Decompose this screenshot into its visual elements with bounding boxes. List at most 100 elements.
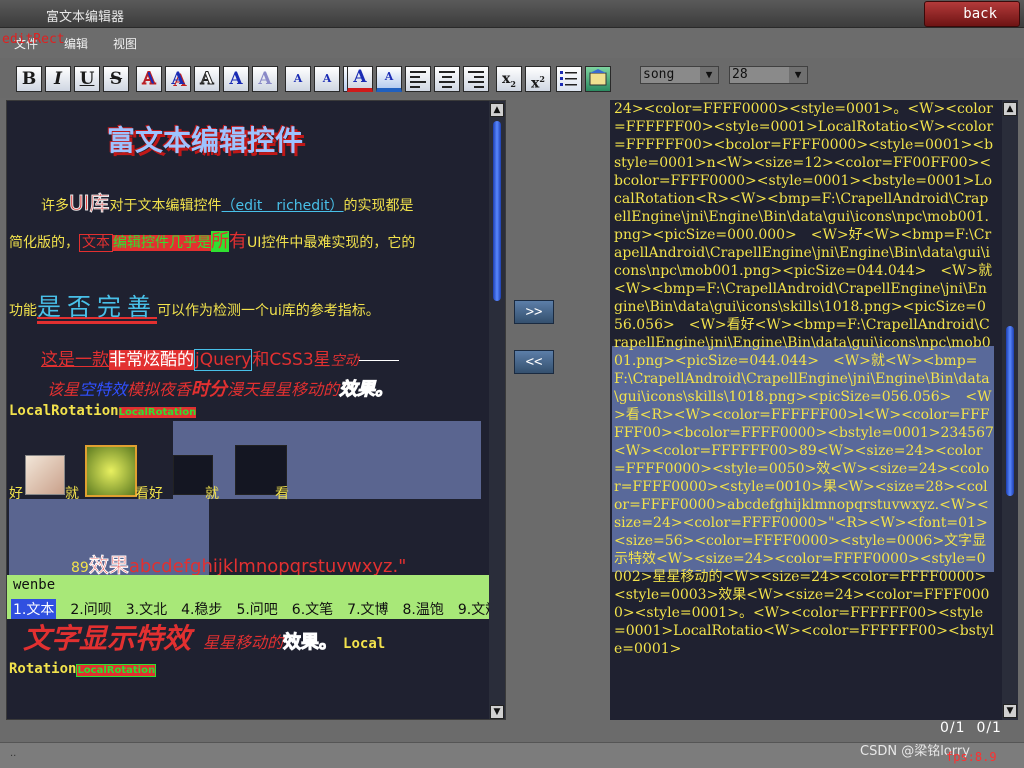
page-counter-left: 0/1 (940, 720, 966, 736)
list-icon[interactable] (556, 66, 582, 92)
text-run: abcdefghijklmnopqrstuvwxyz." (128, 556, 407, 577)
ime-candidate[interactable]: 2.问呗 (70, 599, 111, 619)
highlighted-text: 编辑控件几乎是 (113, 235, 211, 251)
boxed-text: 文本 (79, 234, 113, 252)
paragraph-4: 这是一款非常炫酷的jQuery和CSS3星空动 (41, 345, 399, 371)
image-row: 好 就 看好 就 看 (9, 483, 309, 503)
ime-candidate[interactable]: 4.稳步 (181, 599, 222, 619)
text-run: 的实现都是 (343, 198, 414, 214)
text-run: 就 (205, 486, 219, 502)
strikethrough-button[interactable]: S (103, 66, 129, 92)
text-run: 可以作为检测一个ui库的参考指标。 (157, 303, 380, 319)
text-run: 对于文本编辑控件 (109, 198, 222, 214)
convert-forward-button[interactable]: >> (514, 300, 554, 324)
scroll-up-icon[interactable]: ▲ (490, 103, 504, 117)
text-color-button[interactable]: A (347, 66, 373, 92)
text-run: 空动 (330, 353, 359, 369)
text-run: 文字显示特效 (23, 622, 192, 655)
align-center-button[interactable] (434, 66, 460, 92)
ime-candidate-list: 1.文本 2.问呗 3.文北 4.稳步 5.问吧 6.文笔 7.文博 8.温饱 … (11, 599, 499, 619)
editor-scrollbar[interactable]: ▲ ▼ (489, 101, 505, 719)
insert-image-icon[interactable] (585, 66, 611, 92)
align-right-button[interactable] (463, 66, 489, 92)
font-size-value: 28 (732, 67, 748, 82)
ime-candidate[interactable]: 8.温饱 (403, 599, 444, 619)
text-run: LocalRotation (76, 664, 157, 677)
ime-candidate[interactable]: 7.文博 (347, 599, 388, 619)
text-run: UI控件中最难实现的，它的 (247, 235, 416, 251)
paragraph-1: 许多UI库对于文本编辑控件（edit richedit）的实现都是 (41, 187, 414, 216)
paragraph-3: 功能是否完善可以作为检测一个ui库的参考指标。 (9, 287, 380, 324)
ime-candidate[interactable]: 3.文北 (126, 599, 167, 619)
text-color-grey-button[interactable]: A (252, 66, 278, 92)
page-counter-right: 0/1 (976, 720, 1002, 736)
ime-composition-input[interactable]: wenbe (13, 577, 55, 593)
text-run: 漫天星星移动的 (227, 380, 340, 399)
text-run: 所 (211, 231, 229, 252)
markup-text[interactable]: 24><color=FFFF0000><style=0001>。<W><colo… (614, 100, 994, 658)
text-run: UI库 (69, 191, 111, 216)
rich-text-editor[interactable]: 富文本编辑控件 许多UI库对于文本编辑控件（edit richedit）的实现都… (6, 100, 506, 720)
status-text: .. (10, 748, 17, 759)
italic-button[interactable]: I (45, 66, 71, 92)
fps-counter: fps:8.9 (946, 750, 997, 764)
text-run: 和CSS3星 (252, 350, 331, 370)
ime-candidate-bar[interactable]: wenbe 1.文本 2.问呗 3.文北 4.稳步 5.问吧 6.文笔 7.文博… (7, 575, 505, 619)
window-title: 富文本编辑器 (46, 10, 125, 25)
underline-button[interactable]: U (74, 66, 100, 92)
convert-backward-button[interactable]: << (514, 350, 554, 374)
art-text: 是否完善 (37, 293, 157, 324)
text-hollow-button[interactable]: A (194, 66, 220, 92)
text-run: 时分 (191, 379, 228, 400)
text-run: 看好 (135, 486, 163, 502)
text-run: 功能 (9, 303, 37, 319)
text-run: 这是一款 (41, 350, 109, 370)
scroll-thumb[interactable] (1006, 326, 1014, 496)
text-run: LocalRotation (9, 403, 119, 419)
markup-source-view[interactable]: 24><color=FFFF0000><style=0001>。<W><colo… (610, 100, 1018, 720)
font-size-select[interactable]: 28 ▼ (729, 66, 808, 84)
title-bar: 富文本编辑器 back (0, 0, 1024, 28)
superscript-button[interactable]: x2 (525, 66, 551, 92)
subscript-button[interactable]: x2 (496, 66, 522, 92)
text-run: Local (343, 636, 386, 652)
menu-view[interactable]: 视图 (113, 35, 137, 52)
text-shadow-button[interactable]: A (165, 66, 191, 92)
text-run: 简化版的， (9, 235, 79, 251)
text-run: 好 (9, 486, 23, 502)
back-button[interactable]: back (924, 1, 1020, 27)
text-run: 有 (229, 231, 247, 252)
format-toolbar: B I U S A A A A A A A A A A x2 x2 song ▼… (0, 58, 1024, 98)
background-color-button[interactable]: A (376, 66, 402, 92)
align-left-button[interactable] (405, 66, 431, 92)
text-run: 星星移动的 (203, 633, 284, 652)
font-family-select[interactable]: song ▼ (640, 66, 719, 84)
paragraph-5: 该星空特效模拟夜香时分漫天星星移动的效果。 (47, 375, 394, 401)
source-scrollbar[interactable]: ▲ ▼ (1002, 100, 1018, 720)
ime-candidate[interactable]: 1.文本 (11, 599, 57, 619)
text-color-blue-button[interactable]: A (223, 66, 249, 92)
text-link[interactable]: （edit richedit） (222, 198, 344, 214)
scroll-down-icon[interactable]: ▼ (1003, 704, 1017, 718)
rotation-line: LocalRotationLocalRotation (9, 403, 197, 419)
document-title: 富文本编辑控件 (107, 124, 304, 157)
text-run: 89 (71, 560, 89, 576)
bold-button[interactable]: B (16, 66, 42, 92)
paragraph-6: 文字显示特效 星星移动的效果。 Local (23, 617, 385, 657)
text-run: 效果。 (283, 632, 338, 654)
text-run: LocalRotation (118, 407, 197, 418)
scroll-up-icon[interactable]: ▲ (1003, 102, 1017, 116)
text-run: Rotation (9, 661, 77, 677)
ime-candidate[interactable]: 6.文笔 (292, 599, 333, 619)
divider (358, 359, 399, 361)
scroll-thumb[interactable] (493, 121, 501, 301)
font-smaller-button[interactable]: A (314, 66, 340, 92)
text-run: 许多 (41, 198, 69, 214)
ime-candidate[interactable]: 5.问吧 (236, 599, 277, 619)
text-run: 空特效 (79, 380, 128, 399)
font-small-button[interactable]: A (285, 66, 311, 92)
menu-edit[interactable]: 编辑 (64, 35, 88, 52)
scroll-down-icon[interactable]: ▼ (490, 705, 504, 719)
page-counter: 0/1 0/1 (940, 720, 1002, 736)
text-outline-red-button[interactable]: A (136, 66, 162, 92)
